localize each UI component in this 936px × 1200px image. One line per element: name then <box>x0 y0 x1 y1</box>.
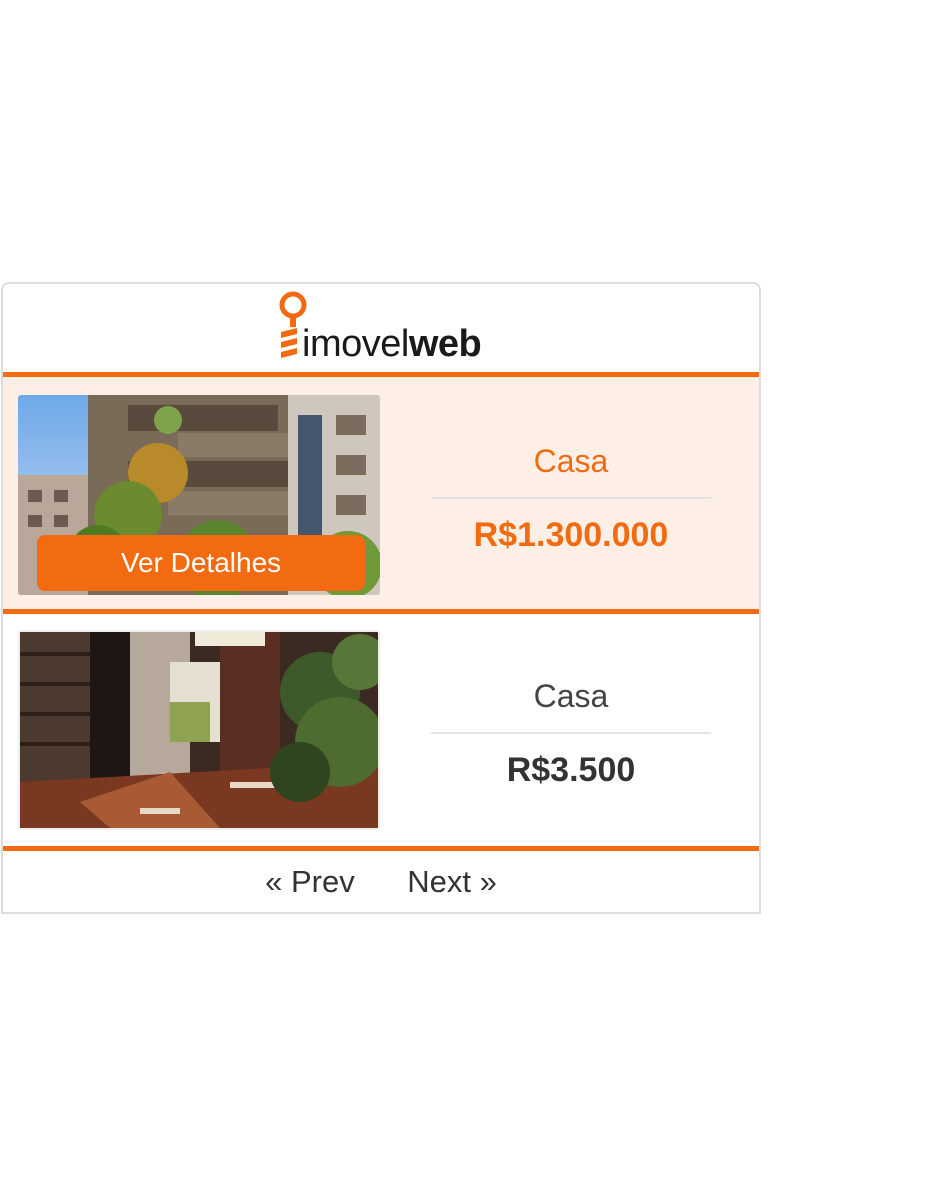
property-type: Casa <box>431 676 711 734</box>
listing-photo[interactable]: Ver Detalhes <box>18 395 380 595</box>
prev-button[interactable]: « Prev <box>265 851 355 912</box>
listing-photo[interactable] <box>18 630 380 830</box>
pagination: « Prev Next » <box>3 851 759 912</box>
ver-detalhes-button[interactable]: Ver Detalhes <box>37 535 365 591</box>
listing-widget: imovelweb Ver Detalhes Casa R$1.300.000 … <box>1 282 761 914</box>
property-price: R$1.300.000 <box>473 516 669 554</box>
brand-wordmark: imovelweb <box>302 323 482 365</box>
listing-info: Casa R$3.500 <box>431 676 711 792</box>
listing-row[interactable]: Casa R$3.500 <box>3 614 759 851</box>
next-button[interactable]: Next » <box>407 851 497 912</box>
property-price: R$3.500 <box>506 751 636 789</box>
listing-row[interactable]: Ver Detalhes Casa R$1.300.000 <box>3 377 759 614</box>
logo-header: imovelweb <box>3 284 759 377</box>
property-type: Casa <box>431 441 711 499</box>
listing-info: Casa R$1.300.000 <box>431 441 711 557</box>
brand-logo[interactable]: imovelweb <box>275 290 495 366</box>
